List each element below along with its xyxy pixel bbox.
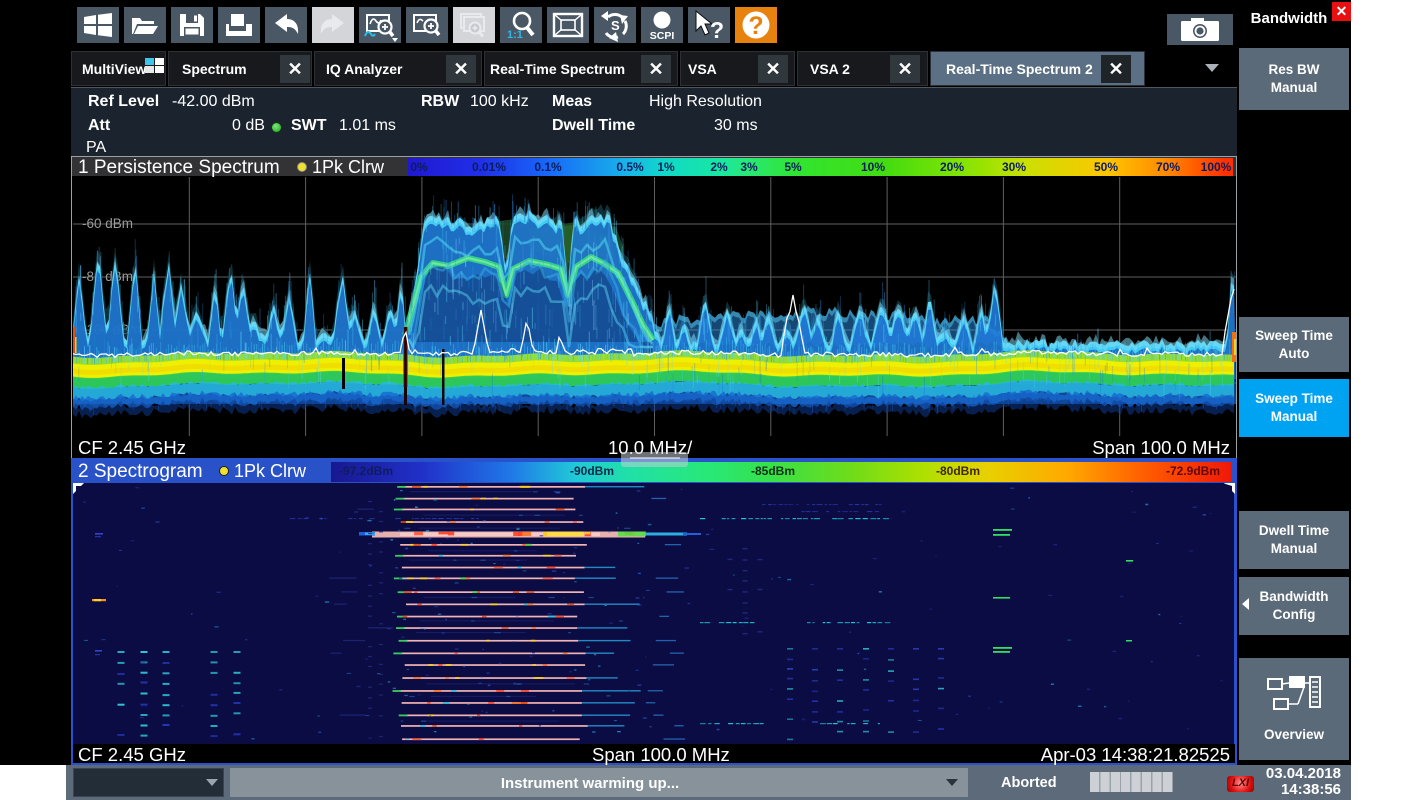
svg-text:?: ? <box>710 17 724 43</box>
svg-text:1:1: 1:1 <box>507 29 523 41</box>
svg-text:SCPI: SCPI <box>650 30 675 42</box>
svg-text:-60 dBm: -60 dBm <box>82 216 133 231</box>
svg-text:-80 dBm: -80 dBm <box>82 269 133 284</box>
svg-text:?: ? <box>748 12 763 40</box>
svg-text:S: S <box>611 18 620 33</box>
